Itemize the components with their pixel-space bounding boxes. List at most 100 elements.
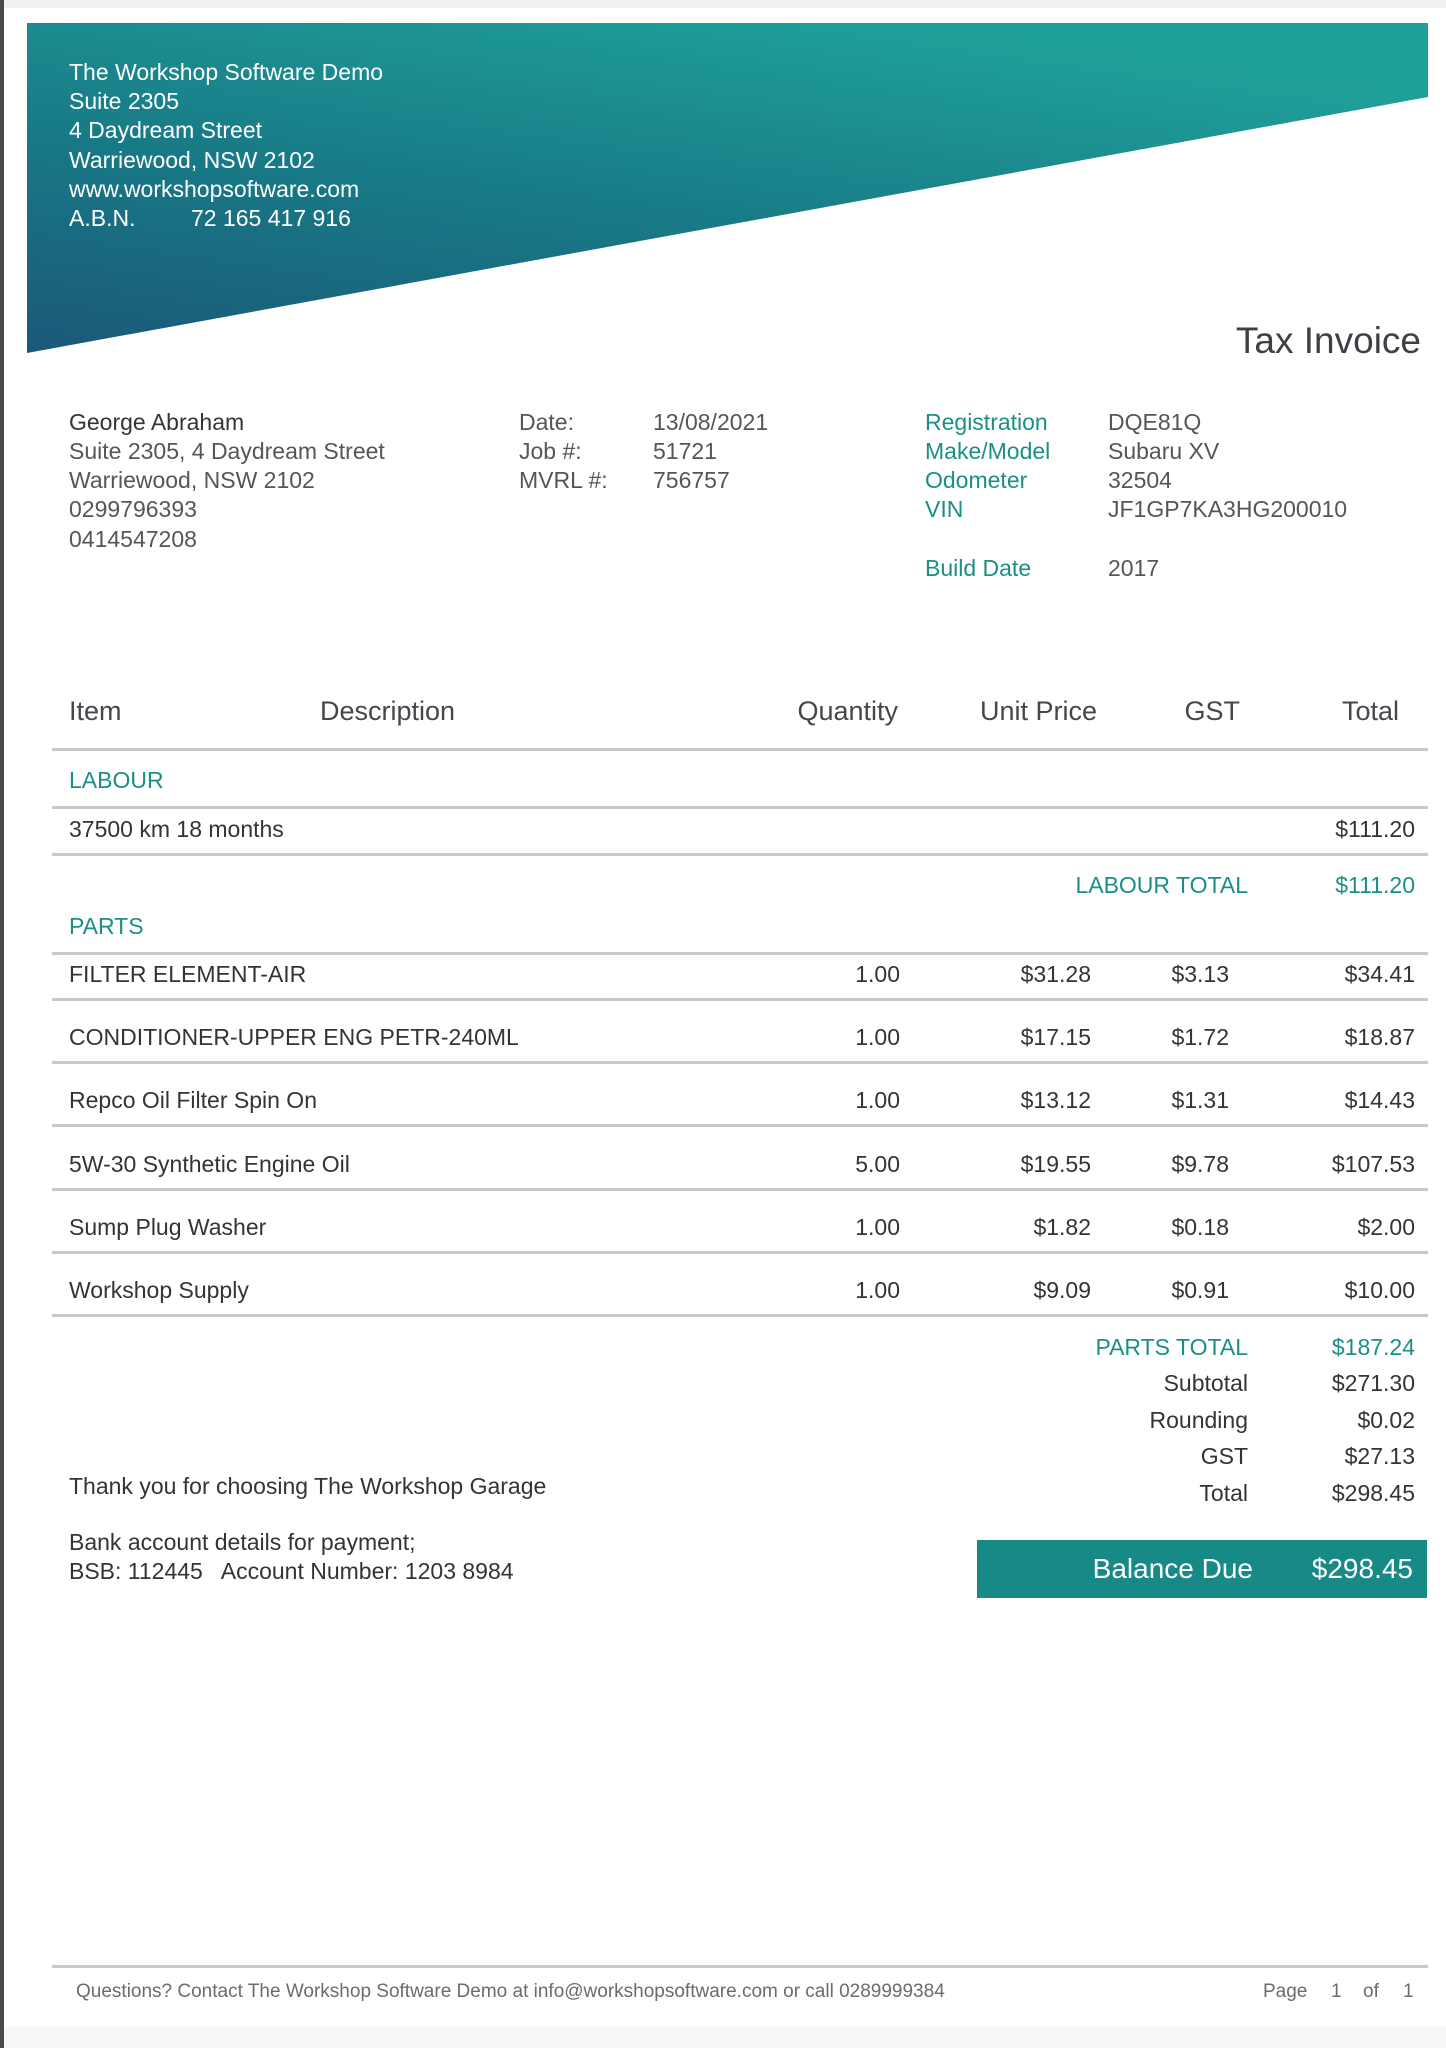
rounding-label: Rounding: [1149, 1407, 1248, 1433]
customer-name: George Abraham: [69, 409, 245, 435]
document-title: Tax Invoice: [1235, 320, 1421, 361]
company-street: 4 Daydream Street: [69, 117, 263, 143]
row-description: 37500 km 18 months: [69, 816, 284, 842]
build-date-value: 2017: [1108, 555, 1160, 581]
company-name: The Workshop Software Demo: [69, 59, 384, 85]
thank-you-note: Thank you for choosing The Workshop Gara…: [69, 1473, 547, 1499]
row-total: $34.41: [1344, 961, 1415, 987]
header-quantity: Quantity: [797, 696, 898, 726]
labour-section-label: LABOUR: [69, 767, 164, 793]
row-total: $2.00: [1357, 1214, 1415, 1240]
row-description: CONDITIONER-UPPER ENG PETR-240ML: [69, 1024, 519, 1050]
row-quantity: 1.00: [855, 1087, 900, 1113]
row-description: Sump Plug Washer: [69, 1214, 267, 1240]
customer-phone: 0299796393: [69, 496, 197, 522]
row-quantity: 1.00: [855, 1024, 900, 1050]
divider: [52, 998, 1428, 1001]
header-total: Total: [1341, 696, 1399, 726]
parts-section-label: PARTS: [69, 913, 144, 939]
row-description: Workshop Supply: [69, 1277, 249, 1303]
job-label: Job #:: [519, 438, 582, 464]
customer-mobile: 0414547208: [69, 526, 197, 552]
total-label: Total: [1199, 1480, 1248, 1506]
header-description: Description: [320, 696, 456, 726]
subtotal-label: Subtotal: [1163, 1370, 1248, 1396]
gst-label: GST: [1200, 1443, 1248, 1469]
customer-address-line1: Suite 2305, 4 Daydream Street: [69, 438, 385, 464]
row-gst: $1.31: [1171, 1087, 1229, 1113]
bank-heading: Bank account details for payment;: [69, 1529, 416, 1555]
registration-value: DQE81Q: [1108, 409, 1202, 435]
date-value: 13/08/2021: [653, 409, 769, 435]
divider: [52, 806, 1428, 809]
row-description: FILTER ELEMENT-AIR: [69, 961, 307, 987]
divider: [52, 1061, 1428, 1064]
balance-due-value: $298.45: [1311, 1553, 1413, 1584]
header-divider: [52, 748, 1428, 751]
row-description: 5W-30 Synthetic Engine Oil: [69, 1151, 350, 1177]
row-unit-price: $9.09: [1033, 1277, 1091, 1303]
rounding-value: $0.02: [1357, 1407, 1415, 1433]
row-gst: $9.78: [1171, 1151, 1229, 1177]
row-gst: $0.18: [1171, 1214, 1229, 1240]
row-gst: $3.13: [1171, 961, 1229, 987]
company-website[interactable]: www.workshopsoftware.com: [69, 175, 359, 204]
build-date-label: Build Date: [925, 555, 1032, 581]
divider: [52, 1124, 1428, 1127]
bottom-strip: [4, 2026, 1446, 2048]
vin-label: VIN: [925, 496, 964, 522]
header-item: Item: [69, 696, 122, 726]
labour-total-label: LABOUR TOTAL: [1075, 872, 1248, 898]
header-gst: GST: [1184, 696, 1240, 726]
parts-total-value: $187.24: [1331, 1334, 1415, 1360]
row-total: $14.43: [1344, 1087, 1415, 1113]
page-of: of: [1363, 1981, 1379, 2002]
date-label: Date:: [519, 409, 574, 435]
row-total: $107.53: [1331, 1151, 1415, 1177]
bank-details: BSB: 112445 Account Number: 1203 8984: [69, 1558, 514, 1584]
row-quantity: 1.00: [855, 1214, 900, 1240]
row-quantity: 1.00: [855, 1277, 900, 1303]
row-total: $18.87: [1344, 1024, 1415, 1050]
mvrl-label: MVRL #:: [519, 467, 608, 493]
make-model-label: Make/Model: [925, 438, 1051, 464]
gst-value: $27.13: [1344, 1443, 1415, 1469]
divider: [52, 1188, 1428, 1191]
job-value: 51721: [653, 438, 717, 464]
abn-value: 72 165 417 916: [191, 205, 351, 231]
abn-label: A.B.N.: [69, 205, 136, 231]
row-quantity: 1.00: [855, 961, 900, 987]
row-gst: $1.72: [1171, 1024, 1229, 1050]
row-quantity: 5.00: [855, 1151, 900, 1177]
footer-divider: [52, 1965, 1428, 1968]
labour-total-value: $111.20: [1335, 872, 1415, 898]
divider: [52, 1251, 1428, 1254]
row-unit-price: $1.82: [1033, 1214, 1091, 1240]
company-city: Warriewood, NSW 2102: [69, 147, 315, 173]
row-description: Repco Oil Filter Spin On: [69, 1087, 317, 1113]
page-label: Page: [1263, 1981, 1308, 2002]
divider: [52, 1314, 1428, 1317]
parts-total-label: PARTS TOTAL: [1095, 1334, 1248, 1360]
customer-address-line2: Warriewood, NSW 2102: [69, 467, 315, 493]
row-total: $10.00: [1344, 1277, 1415, 1303]
row-unit-price: $13.12: [1020, 1087, 1091, 1113]
row-unit-price: $17.15: [1020, 1024, 1091, 1050]
registration-label: Registration: [925, 409, 1048, 435]
balance-due-box: Balance Due $298.45: [977, 1540, 1427, 1598]
total-value: $298.45: [1331, 1480, 1415, 1506]
row-unit-price: $19.55: [1020, 1151, 1091, 1177]
subtotal-value: $271.30: [1331, 1370, 1415, 1396]
vin-value: JF1GP7KA3HG200010: [1108, 496, 1348, 522]
divider: [52, 853, 1428, 856]
odometer-value: 32504: [1108, 467, 1172, 493]
make-model-value: Subaru XV: [1108, 438, 1220, 464]
divider: [52, 952, 1428, 955]
row-gst: $0.91: [1171, 1277, 1229, 1303]
mvrl-value: 756757: [653, 467, 730, 493]
row-unit-price: $31.28: [1020, 961, 1091, 987]
balance-due-label: Balance Due: [1092, 1553, 1253, 1584]
header-unit-price: Unit Price: [979, 696, 1097, 726]
page-current: 1: [1331, 1981, 1342, 2002]
odometer-label: Odometer: [925, 467, 1028, 493]
